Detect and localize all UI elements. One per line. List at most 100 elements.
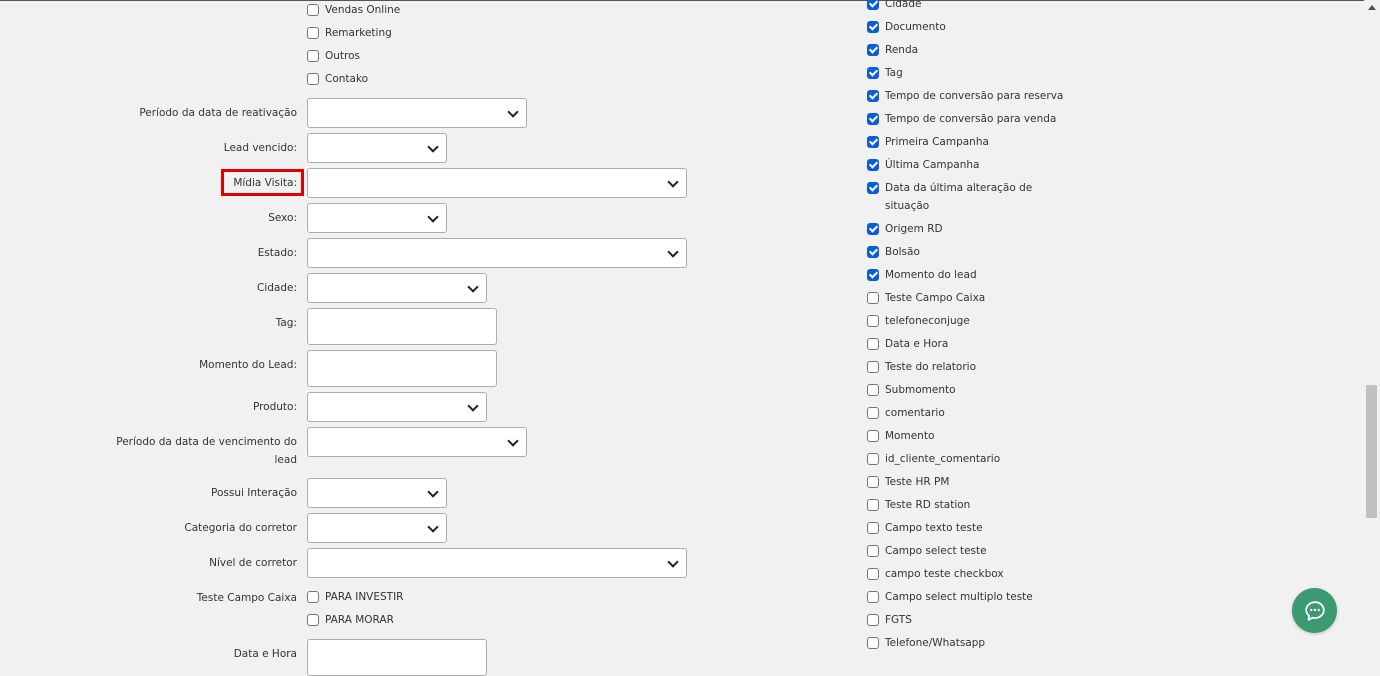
scrollbar-thumb[interactable]	[1366, 385, 1377, 518]
select-possui-interacao[interactable]	[307, 478, 447, 508]
checkbox[interactable]	[867, 499, 879, 511]
column-option[interactable]: id_cliente_comentario	[867, 450, 1000, 468]
scroll-up-icon[interactable]	[1368, 5, 1376, 10]
checkbox[interactable]	[867, 361, 879, 373]
chevron-down-icon	[667, 246, 679, 258]
checkbox[interactable]	[867, 407, 879, 419]
column-option-label: Teste Campo Caixa	[885, 292, 986, 304]
column-option[interactable]: Data da última alteração de situação	[867, 179, 1032, 212]
multiselect-tag[interactable]	[307, 308, 497, 345]
option-para-investir[interactable]: PARA INVESTIR	[307, 589, 403, 605]
column-option[interactable]: Tempo de conversão para reserva	[867, 87, 1063, 105]
select-cidade[interactable]	[307, 273, 487, 303]
checkbox-checked[interactable]	[867, 21, 879, 33]
chevron-down-icon	[427, 211, 439, 223]
chevron-down-icon	[667, 556, 679, 568]
checkbox[interactable]	[867, 476, 879, 488]
checkbox-checked[interactable]	[867, 246, 879, 258]
checkbox[interactable]	[307, 614, 319, 626]
checkbox[interactable]	[867, 522, 879, 534]
column-option[interactable]: Submomento	[867, 381, 956, 399]
column-option[interactable]: Teste RD station	[867, 496, 970, 514]
page-scrollbar[interactable]	[1364, 0, 1380, 662]
checkbox[interactable]	[867, 430, 879, 442]
checkbox-checked[interactable]	[867, 0, 879, 10]
select-estado[interactable]	[307, 238, 687, 268]
select-lead-vencido[interactable]	[307, 133, 447, 163]
column-option-label: Campo select multiplo teste	[885, 591, 1033, 603]
select-periodo-reativacao[interactable]	[307, 98, 527, 128]
column-option-label: Campo texto teste	[885, 522, 983, 534]
checkbox-checked[interactable]	[867, 159, 879, 171]
column-option[interactable]: Origem RD	[867, 220, 943, 238]
chevron-down-icon	[427, 486, 439, 498]
column-option[interactable]: Bolsão	[867, 243, 920, 261]
checkbox[interactable]	[867, 637, 879, 649]
column-option[interactable]: comentario	[867, 404, 945, 422]
checkbox-checked[interactable]	[867, 44, 879, 56]
column-option[interactable]: Cidade	[867, 0, 921, 13]
column-option[interactable]: Teste HR PM	[867, 473, 949, 491]
column-option[interactable]: Campo texto teste	[867, 519, 983, 537]
column-option[interactable]: Primeira Campanha	[867, 133, 989, 151]
column-option[interactable]: Última Campanha	[867, 156, 979, 174]
option-outros[interactable]: Outros	[307, 48, 360, 64]
checkbox-checked[interactable]	[867, 269, 879, 281]
column-option-label: Cidade	[885, 0, 922, 10]
select-categoria-corretor[interactable]	[307, 513, 447, 543]
checkbox[interactable]	[867, 384, 879, 396]
multiselect-momento-lead[interactable]	[307, 350, 497, 387]
chevron-down-icon	[427, 141, 439, 153]
option-para-morar[interactable]: PARA MORAR	[307, 612, 394, 628]
select-sexo[interactable]	[307, 203, 447, 233]
checkbox-checked[interactable]	[867, 136, 879, 148]
column-option-label: Última Campanha	[885, 159, 980, 171]
column-option[interactable]: Tempo de conversão para venda	[867, 110, 1056, 128]
column-option[interactable]: telefoneconjuge	[867, 312, 970, 330]
checkbox[interactable]	[307, 591, 319, 603]
column-option[interactable]: Tag	[867, 64, 903, 82]
checkbox[interactable]	[307, 27, 319, 39]
column-option[interactable]: Data e Hora	[867, 335, 948, 353]
checkbox-checked[interactable]	[867, 182, 879, 194]
column-option[interactable]: FGTS	[867, 611, 912, 629]
checkbox[interactable]	[867, 338, 879, 350]
checkbox[interactable]	[307, 50, 319, 62]
checkbox[interactable]	[867, 453, 879, 465]
top-border	[0, 0, 1364, 1]
checkbox[interactable]	[867, 614, 879, 626]
column-option-label: Bolsão	[885, 246, 920, 258]
checkbox-checked[interactable]	[867, 67, 879, 79]
column-option[interactable]: Renda	[867, 41, 918, 59]
select-produto[interactable]	[307, 392, 487, 422]
column-option[interactable]: Teste Campo Caixa	[867, 289, 985, 307]
column-option[interactable]: Campo select teste	[867, 542, 987, 560]
column-option[interactable]: Documento	[867, 18, 946, 36]
checkbox[interactable]	[867, 545, 879, 557]
select-midia-visita[interactable]	[307, 168, 687, 198]
option-vendas-online[interactable]: Vendas Online	[307, 2, 400, 18]
chat-button[interactable]	[1292, 588, 1337, 633]
column-option[interactable]: Momento	[867, 427, 934, 445]
checkbox[interactable]	[307, 4, 319, 16]
checkbox[interactable]	[867, 568, 879, 580]
checkbox[interactable]	[307, 73, 319, 85]
checkbox-checked[interactable]	[867, 90, 879, 102]
column-option[interactable]: Teste do relatorio	[867, 358, 976, 376]
option-remarketing[interactable]: Remarketing	[307, 25, 392, 41]
checkbox-checked[interactable]	[867, 223, 879, 235]
checkbox[interactable]	[867, 315, 879, 327]
input-data-hora[interactable]	[307, 639, 487, 676]
checkbox[interactable]	[867, 591, 879, 603]
checkbox[interactable]	[867, 292, 879, 304]
select-nivel-corretor[interactable]	[307, 548, 687, 578]
column-option[interactable]: Campo select multiplo teste	[867, 588, 1033, 606]
checkbox-checked[interactable]	[867, 113, 879, 125]
select-periodo-vencimento[interactable]	[307, 427, 527, 457]
option-contako[interactable]: Contako	[307, 71, 368, 87]
label-possui-interacao: Possui Interação	[211, 487, 297, 499]
column-option[interactable]: Momento do lead	[867, 266, 977, 284]
column-option[interactable]: campo teste checkbox	[867, 565, 1004, 583]
label-categoria-corretor: Categoria do corretor	[184, 522, 297, 534]
column-option[interactable]: Telefone/Whatsapp	[867, 634, 985, 652]
